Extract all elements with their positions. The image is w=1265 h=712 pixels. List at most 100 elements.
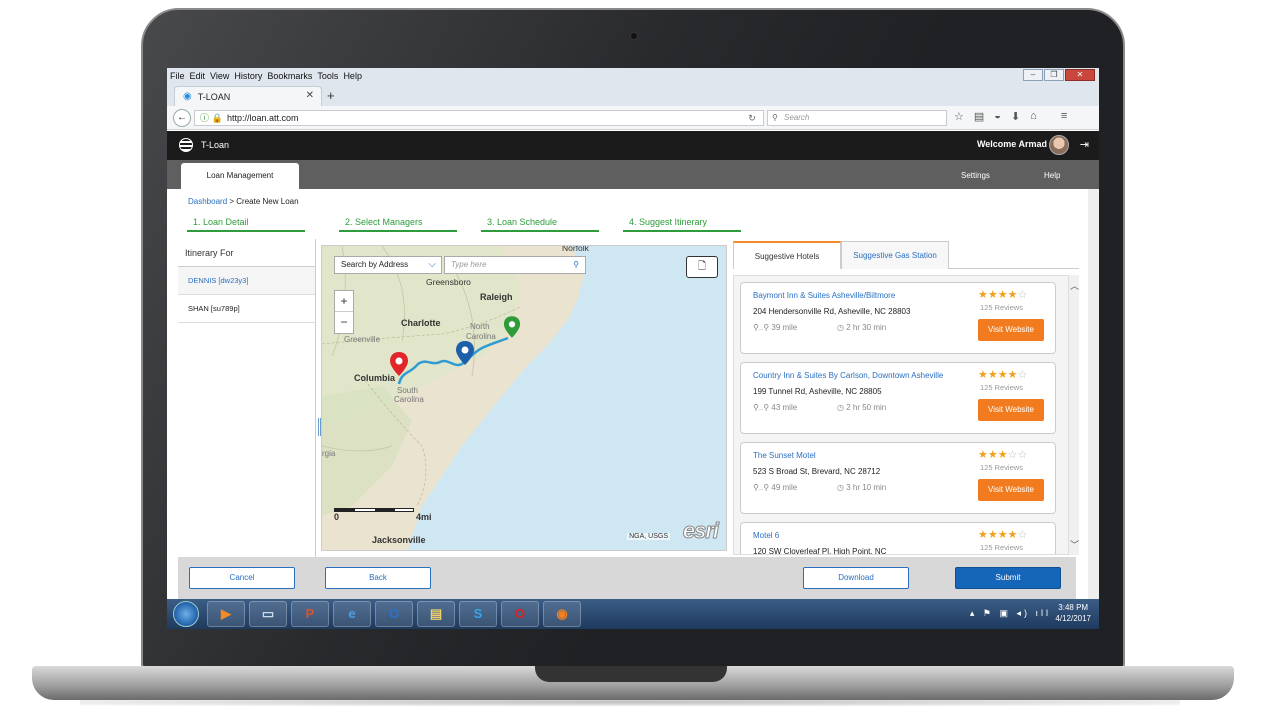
hotel-card: The Sunset Motel 523 S Broad St, Brevard…	[740, 442, 1056, 514]
visit-website-button[interactable]: Visit Website	[978, 479, 1044, 501]
tab-suggestive-hotels[interactable]: Suggestive Hotels	[733, 241, 841, 269]
settings-link[interactable]: Settings	[961, 171, 990, 180]
outlook-icon[interactable]: O	[375, 601, 413, 627]
hotel-name[interactable]: The Sunset Motel	[753, 451, 816, 460]
att-globe-icon: ◉	[183, 91, 192, 102]
step-loan-detail[interactable]: 1. Loan Detail	[187, 215, 305, 232]
help-link[interactable]: Help	[1044, 171, 1060, 180]
folder-icon[interactable]: ▤	[417, 601, 455, 627]
cancel-button[interactable]: Cancel	[189, 567, 295, 589]
menu-help[interactable]: Help	[343, 71, 362, 81]
step-suggest-itinerary[interactable]: 4. Suggest Itinerary	[623, 215, 741, 232]
hotel-name[interactable]: Baymont Inn & Suites Asheville/Biltmore	[753, 291, 895, 300]
menu-view[interactable]: View	[210, 71, 229, 81]
webcam	[630, 32, 638, 40]
menu-bookmarks[interactable]: Bookmarks	[267, 71, 312, 81]
map-label-greensboro: Greensboro	[426, 277, 471, 287]
hotel-name[interactable]: Country Inn & Suites By Carlson, Downtow…	[753, 371, 943, 380]
hotel-distance: ⚲..⚲ 43 mile	[753, 403, 797, 412]
download-icon[interactable]: ⬇	[1011, 110, 1020, 123]
map-label-georgia: rgia	[322, 449, 336, 458]
menu-file[interactable]: File	[170, 71, 185, 81]
internet-explorer-icon[interactable]: e	[333, 601, 371, 627]
bookmark-star-icon[interactable]: ☆	[954, 110, 964, 123]
brand: T-Loan	[179, 138, 229, 152]
file-explorer-icon[interactable]: ▭	[249, 601, 287, 627]
close-tab-icon[interactable]: ✕	[306, 90, 314, 101]
close-window-icon[interactable]: ✕	[1065, 69, 1095, 81]
tab-loan-management[interactable]: Loan Management	[181, 163, 299, 189]
hamburger-menu-icon[interactable]: ≡	[1061, 110, 1067, 123]
destination-pin-icon[interactable]	[503, 315, 521, 339]
avatar[interactable]	[1049, 135, 1069, 155]
browser-tab[interactable]: ◉ T-LOAN ✕	[174, 86, 322, 106]
map-label-charlotte: Charlotte	[401, 318, 441, 328]
pocket-icon[interactable]: ◒	[994, 110, 1001, 123]
map-attribution: NGA, USGS	[627, 533, 670, 540]
breadcrumb-dashboard[interactable]: Dashboard	[188, 197, 227, 206]
wizard-steps: 1. Loan Detail 2. Select Managers 3. Loa…	[187, 215, 1087, 233]
breadcrumb-current: Create New Loan	[236, 197, 299, 206]
menu-tools[interactable]: Tools	[317, 71, 338, 81]
clock-icon: ◷	[837, 323, 847, 332]
map-label-north: North	[470, 322, 490, 331]
menu-history[interactable]: History	[234, 71, 262, 81]
new-tab-button[interactable]: +	[327, 88, 335, 103]
hotel-distance-value: 39 mile	[771, 323, 798, 332]
step-select-managers[interactable]: 2. Select Managers	[339, 215, 457, 232]
waypoint-pin-icon[interactable]	[455, 340, 475, 366]
map-label-norfolk: Norfolk	[562, 245, 589, 253]
rating-stars: ★★★★☆	[978, 529, 1028, 541]
route-distance-icon: ⚲..⚲	[753, 403, 772, 412]
zoom-out-button[interactable]: −	[335, 312, 353, 333]
download-button[interactable]: Download	[803, 567, 909, 589]
back-arrow-icon[interactable]: ←	[173, 109, 191, 127]
reading-list-icon[interactable]: ▤	[974, 110, 984, 123]
taskbar-clock[interactable]: 3:48 PM 4/12/2017	[1055, 602, 1091, 624]
powerpoint-icon[interactable]: P	[291, 601, 329, 627]
map-label-carolina-nc: Carolina	[466, 332, 496, 341]
reload-icon[interactable]: ↻	[742, 110, 762, 126]
firefox-icon[interactable]: ◉	[543, 601, 581, 627]
clock-icon: ◷	[837, 483, 847, 492]
minimize-icon[interactable]: –	[1023, 69, 1043, 81]
skype-icon[interactable]: S	[459, 601, 497, 627]
hotel-reviews: 125 Reviews	[980, 463, 1023, 472]
hotel-name[interactable]: Motel 6	[753, 531, 779, 540]
submit-button[interactable]: Submit	[955, 567, 1061, 589]
logout-icon[interactable]: ⇥	[1080, 138, 1089, 151]
hotel-time-value: 2 hr 50 min	[846, 403, 887, 412]
zoom-in-button[interactable]: +	[335, 291, 353, 312]
page-scrollbar[interactable]	[1088, 189, 1099, 599]
map-document-icon[interactable]: 🗋	[686, 256, 718, 278]
tab-suggestive-gas-station[interactable]: Suggestive Gas Station	[841, 241, 949, 269]
zoom-control: + −	[334, 290, 354, 334]
map-basemap	[322, 246, 590, 550]
map-view[interactable]: Norfolk Greensboro Raleigh Charlotte Nor…	[321, 245, 727, 551]
opera-icon[interactable]: O	[501, 601, 539, 627]
hotel-card: Baymont Inn & Suites Asheville/Biltmore …	[740, 282, 1056, 354]
itinerary-person-dennis[interactable]: DENNIS [dw23y3]	[178, 267, 315, 295]
search-icon[interactable]: ⚲	[573, 257, 579, 273]
itinerary-person-shan[interactable]: SHAN [su789p]	[178, 295, 315, 323]
media-player-icon[interactable]: ▶	[207, 601, 245, 627]
back-button[interactable]: Back	[325, 567, 431, 589]
chevron-up-icon[interactable]: ︿	[1070, 279, 1079, 292]
itinerary-header: Itinerary For	[178, 239, 315, 267]
map-scale-bar: 0 4mi	[334, 508, 432, 522]
visit-website-button[interactable]: Visit Website	[978, 319, 1044, 341]
windows-start-icon[interactable]	[173, 601, 199, 627]
restore-icon[interactable]: ❐	[1044, 69, 1064, 81]
visit-website-button[interactable]: Visit Website	[978, 399, 1044, 421]
home-icon[interactable]: ⌂	[1030, 110, 1037, 123]
menu-edit[interactable]: Edit	[190, 71, 206, 81]
url-bar[interactable]: ⓘ 🔒 http://loan.att.com	[194, 110, 764, 126]
system-tray-icons[interactable]: ▴ ⚑ ▣ ◂) ıll	[970, 608, 1051, 619]
step-loan-schedule[interactable]: 3. Loan Schedule	[481, 215, 599, 232]
search-mode-select[interactable]: Search by Address ⌵	[334, 256, 442, 274]
map-search-input[interactable]: Type here ⚲	[444, 256, 586, 274]
browser-search-input[interactable]: ⚲ Search	[767, 110, 947, 126]
chevron-down-icon[interactable]: ﹀	[1070, 538, 1079, 551]
hotel-list-scrollbar[interactable]: ︿ ﹀	[1069, 275, 1079, 555]
map-label-greenville: Greenville	[344, 335, 381, 344]
